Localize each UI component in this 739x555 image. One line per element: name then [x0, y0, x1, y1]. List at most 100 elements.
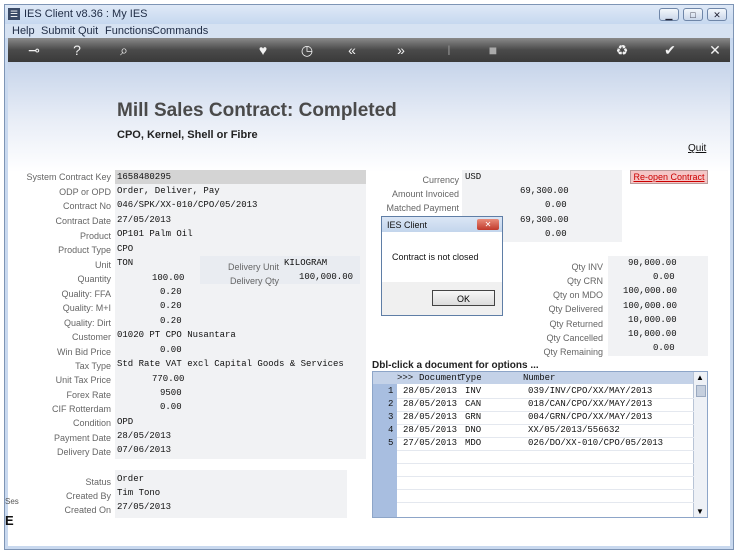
header-number[interactable]: Number [523, 373, 555, 383]
documents-grid[interactable]: >>> Document Type Number ▲ ▼ 1 28/05/201… [372, 371, 708, 518]
forward-icon[interactable]: » [392, 41, 410, 59]
label-quality-ffa: Quality: FFA [61, 289, 111, 299]
label-amount-invoiced: Amount Invoiced [391, 189, 459, 199]
scroll-thumb[interactable] [696, 385, 706, 397]
label-currency: Currency [422, 175, 459, 185]
scroll-down-icon[interactable]: ▼ [696, 507, 704, 516]
heart-icon[interactable]: ♥ [254, 41, 272, 59]
label-qty-remaining: Qty Remaining [543, 347, 603, 357]
row-2-number: 2 [388, 399, 394, 409]
app-icon: ☰ [8, 8, 20, 20]
value-matched-payment: 0.00 [545, 200, 567, 210]
label-delivery-date: Delivery Date [56, 447, 111, 457]
label-qty-returned: Qty Returned [549, 319, 603, 329]
label-qty-crn: Qty CRN [567, 276, 603, 286]
reopen-contract-button[interactable]: Re-open Contract [630, 170, 708, 184]
window-title: IES Client v8.36 : My IES [24, 8, 148, 20]
rewind-icon[interactable]: « [343, 41, 361, 59]
row-1-number-value[interactable]: 039/INV/CPO/XX/MAY/2013 [528, 386, 652, 396]
scroll-up-icon[interactable]: ▲ [696, 373, 704, 382]
row-divider [397, 463, 694, 464]
value-contract-date: 27/05/2013 [117, 215, 172, 225]
ok-button[interactable]: OK [432, 290, 495, 306]
row-3-date[interactable]: 28/05/2013 [403, 412, 457, 422]
row-3-number-value[interactable]: 004/GRN/CPO/XX/MAY/2013 [528, 412, 652, 422]
menu-functions[interactable]: Functions [105, 25, 153, 37]
maximize-button[interactable]: □ [683, 8, 703, 21]
dialog-message: Contract is not closed [392, 252, 479, 262]
clock-icon[interactable]: ◷ [298, 41, 316, 59]
cursor-icon[interactable]: I [440, 41, 458, 59]
row-divider [397, 502, 694, 503]
label-system-contract-key: System Contract Key [26, 172, 111, 182]
row-1-number: 1 [388, 386, 394, 396]
label-cif-rotterdam: CIF Rotterdam [51, 404, 111, 414]
row-4-date[interactable]: 28/05/2013 [403, 425, 457, 435]
menu-help[interactable]: Help [12, 25, 35, 37]
row-5-date[interactable]: 27/05/2013 [403, 438, 457, 448]
row-4-number-value[interactable]: XX/05/2013/556632 [528, 425, 620, 435]
label-created-on: Created On [64, 505, 111, 515]
row-2-number-value[interactable]: 018/CAN/CPO/XX/MAY/2013 [528, 399, 652, 409]
row-1-type[interactable]: INV [465, 386, 481, 396]
documents-title: Dbl-click a document for options ... [372, 360, 539, 371]
label-delivery-qty: Delivery Qty [229, 276, 279, 286]
menu-submit[interactable]: Submit [41, 25, 75, 37]
close-window-button[interactable]: ✕ [707, 8, 727, 21]
message-dialog: IES Client ✕ Contract is not closed OK [381, 216, 503, 316]
grid-header: >>> Document Type Number [373, 372, 695, 384]
dialog-title-bar: IES Client ✕ [382, 217, 502, 232]
value-created-on: 27/05/2013 [117, 502, 172, 512]
value-qty-cancelled: 10,000.00 [628, 329, 677, 339]
label-qty-on-mdo: Qty on MDO [552, 290, 603, 300]
row-2-type[interactable]: CAN [465, 399, 481, 409]
row-2-date[interactable]: 28/05/2013 [403, 399, 457, 409]
side-fragment-text: Ses [5, 497, 19, 506]
row-5-number: 5 [388, 438, 394, 448]
label-customer: Customer [71, 332, 111, 342]
value-currency: USD [465, 172, 482, 182]
label-qty-inv: Qty INV [571, 262, 603, 272]
value-delivery-date: 07/06/2013 [117, 445, 172, 455]
label-odp-opd: ODP or OPD [59, 187, 111, 197]
row-1-date[interactable]: 28/05/2013 [403, 386, 457, 396]
search-icon[interactable]: ⌕ [115, 41, 133, 59]
row-3-type[interactable]: GRN [465, 412, 481, 422]
header-type[interactable]: Type [460, 373, 482, 383]
value-delivery-qty: 100,000.00 [299, 272, 354, 282]
stop-icon[interactable]: ■ [484, 41, 502, 59]
value-tax-type: Std Rate VAT excl Capital Goods & Servic… [117, 359, 344, 369]
row-divider [397, 476, 694, 477]
grid-scrollbar[interactable]: ▲ ▼ [693, 372, 707, 517]
value-unit: TON [117, 258, 134, 268]
label-condition: Condition [72, 418, 111, 428]
label-quality-dirt: Quality: Dirt [63, 318, 111, 328]
quit-link[interactable]: Quit [688, 143, 706, 154]
row-divider [397, 450, 694, 451]
page-subtitle: CPO, Kernel, Shell or Fibre [117, 129, 258, 141]
label-created-by: Created By [65, 491, 111, 501]
value-quality-ffa: 0.20 [160, 287, 182, 297]
row-5-type[interactable]: MDO [465, 438, 481, 448]
menu-quit[interactable]: Quit [78, 25, 98, 37]
minimize-button[interactable]: ▁ [659, 8, 679, 21]
recycle-icon[interactable]: ♻ [613, 41, 631, 59]
row-5-number-value[interactable]: 026/DO/XX-010/CPO/05/2013 [528, 438, 663, 448]
row-3-number: 3 [388, 412, 394, 422]
row-4-type[interactable]: DNO [465, 425, 481, 435]
header-document[interactable]: Document [419, 373, 462, 383]
help-icon[interactable]: ? [68, 41, 86, 59]
dialog-close-button[interactable]: ✕ [477, 219, 499, 230]
check-icon[interactable]: ✔ [661, 41, 679, 59]
value-cif-rotterdam: 0.00 [160, 402, 182, 412]
menu-commands[interactable]: Commands [152, 25, 208, 37]
key-icon[interactable]: ⊸ [22, 41, 46, 59]
label-product: Product [79, 231, 111, 241]
label-qty-cancelled: Qty Cancelled [546, 333, 603, 343]
label-status: Status [85, 477, 111, 487]
value-status: Order [117, 474, 145, 484]
close-icon[interactable]: ✕ [706, 41, 724, 59]
value-forex-rate: 9500 [160, 388, 182, 398]
value-qty-on-mdo: 100,000.00 [623, 286, 678, 296]
label-unit: Unit [94, 260, 111, 270]
